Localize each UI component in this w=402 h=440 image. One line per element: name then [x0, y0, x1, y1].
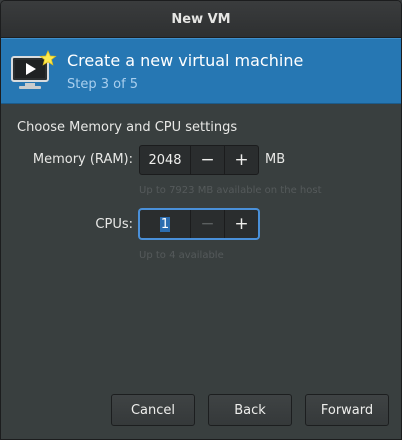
cancel-button-label: Cancel [130, 402, 176, 418]
forward-button-label: Forward [320, 402, 374, 418]
cpus-decrease-button[interactable]: − [190, 210, 224, 238]
cancel-button[interactable]: Cancel [111, 394, 195, 426]
wizard-title: Create a new virtual machine [67, 51, 304, 70]
section-heading: Choose Memory and CPU settings [17, 120, 238, 135]
wizard-header-banner: Create a new virtual machine Step 3 of 5 [1, 38, 401, 104]
memory-increase-button[interactable]: + [224, 146, 258, 174]
memory-hint: Up to 7923 MB available on the host [139, 185, 322, 196]
cpus-spinbutton[interactable]: 1 − + [139, 209, 259, 239]
memory-value[interactable]: 2048 [140, 146, 190, 174]
new-vm-dialog: New VM Create a new virtual machine Step… [0, 0, 402, 440]
monitor-play-icon [11, 50, 57, 89]
memory-spinbutton[interactable]: 2048 − + [139, 145, 259, 175]
memory-unit: MB [265, 152, 286, 167]
window-title: New VM [171, 11, 231, 27]
minus-icon: − [200, 150, 215, 170]
back-button-label: Back [234, 402, 266, 418]
plus-icon: + [234, 150, 249, 170]
wizard-step-indicator: Step 3 of 5 [67, 77, 139, 92]
memory-decrease-button[interactable]: − [190, 146, 224, 174]
cpus-value: 1 [159, 216, 171, 232]
forward-button[interactable]: Forward [305, 394, 389, 426]
title-bar[interactable]: New VM [1, 1, 401, 38]
cpus-value-field[interactable]: 1 [140, 210, 190, 238]
minus-icon: − [200, 214, 215, 234]
plus-icon: + [234, 214, 249, 234]
cpus-label: CPUs: [95, 217, 133, 232]
memory-label: Memory (RAM): [32, 152, 133, 167]
cpus-increase-button[interactable]: + [224, 210, 258, 238]
back-button[interactable]: Back [208, 394, 292, 426]
cpus-hint: Up to 4 available [139, 250, 224, 261]
